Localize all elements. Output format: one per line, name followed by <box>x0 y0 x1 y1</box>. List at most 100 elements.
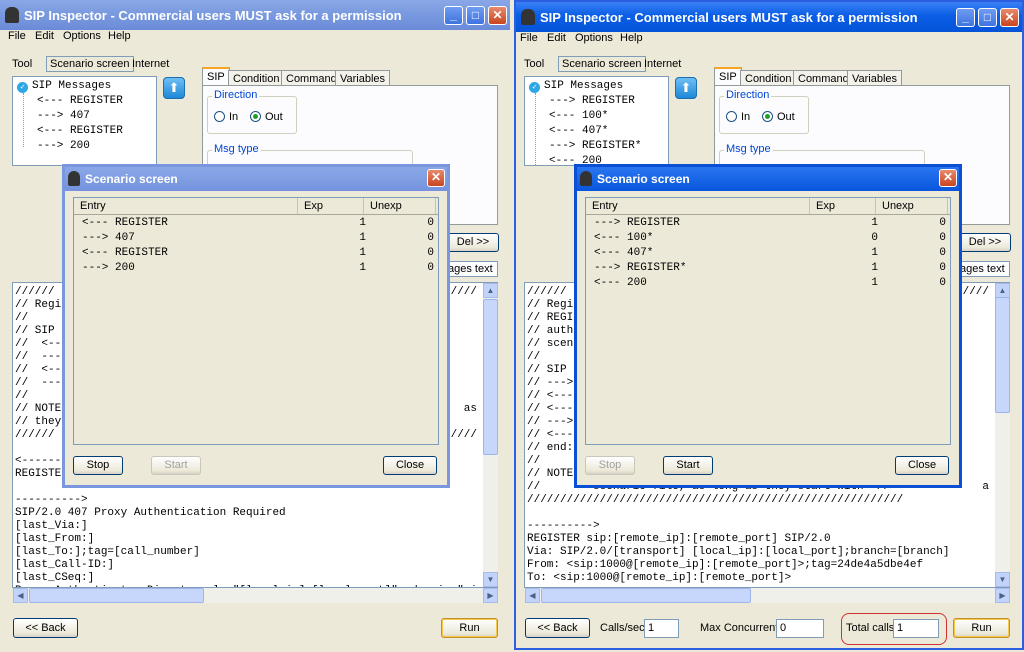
column-entry[interactable]: Entry <box>74 198 298 214</box>
column-entry[interactable]: Entry <box>586 198 810 214</box>
dialog-close-icon[interactable]: ✕ <box>427 169 445 187</box>
scroll-right-arrow-icon[interactable]: ▶ <box>995 588 1010 603</box>
scroll-up-arrow-icon[interactable]: ▲ <box>483 283 498 298</box>
horizontal-scrollbar[interactable]: ◀ ▶ <box>525 588 1010 603</box>
move-up-button[interactable]: ⬆ <box>163 77 185 99</box>
maximize-button[interactable]: □ <box>978 8 997 27</box>
minimize-button[interactable]: _ <box>956 8 975 27</box>
table-row[interactable]: ---> 200 1 0 <box>74 262 438 277</box>
scrollbar-thumb[interactable] <box>995 297 1010 413</box>
text-line: // --- <box>15 351 62 363</box>
start-button[interactable]: Start <box>663 456 713 475</box>
menu-edit[interactable]: Edit <box>547 32 566 44</box>
menu-help[interactable]: Help <box>620 32 643 44</box>
run-button[interactable]: Run <box>441 618 498 638</box>
scroll-left-arrow-icon[interactable]: ◀ <box>525 588 540 603</box>
table-row[interactable]: <--- REGISTER 1 0 <box>74 247 438 262</box>
horizontal-scrollbar[interactable]: ◀ ▶ <box>13 588 498 603</box>
table-row[interactable]: <--- REGISTER 1 0 <box>74 217 438 232</box>
scroll-down-arrow-icon[interactable]: ▼ <box>995 572 1010 587</box>
tab-messages-text[interactable]: ages text <box>443 261 498 277</box>
scrollbar-thumb[interactable] <box>483 299 498 455</box>
close-button[interactable]: ✕ <box>1000 8 1019 27</box>
total-calls-input[interactable]: 1 <box>893 619 939 638</box>
scrollbar-thumb[interactable] <box>541 588 751 603</box>
menu-edit[interactable]: Edit <box>35 30 54 42</box>
dialog-close-button[interactable]: Close <box>895 456 949 475</box>
tree-item[interactable]: ---> 200 <box>37 140 90 152</box>
direction-in-radio[interactable]: In <box>726 111 750 123</box>
tree-root[interactable]: ✓ SIP Messages <box>529 80 623 93</box>
mode-tool[interactable]: Tool <box>524 58 544 70</box>
column-exp[interactable]: Exp <box>810 198 876 214</box>
direction-in-radio[interactable]: In <box>214 111 238 123</box>
stop-button[interactable]: Stop <box>73 456 123 475</box>
sip-messages-tree[interactable]: ✓ SIP Messages ---> REGISTER <--- 100* <-… <box>524 76 669 167</box>
stop-button[interactable]: Stop <box>585 456 635 475</box>
column-unexp[interactable]: Unexp <box>364 198 436 214</box>
minimize-button[interactable]: _ <box>444 6 463 25</box>
menu-options[interactable]: Options <box>63 30 101 42</box>
start-button[interactable]: Start <box>151 456 201 475</box>
scroll-right-arrow-icon[interactable]: ▶ <box>483 588 498 603</box>
dialog-close-icon[interactable]: ✕ <box>939 169 957 187</box>
scrollbar-thumb[interactable] <box>29 588 204 603</box>
menu-file[interactable]: File <box>8 30 26 42</box>
back-button[interactable]: << Back <box>13 618 78 638</box>
text-line-fragment: //// <box>450 286 477 298</box>
mode-tool[interactable]: Tool <box>12 58 32 70</box>
tree-item[interactable]: <--- REGISTER <box>37 95 123 107</box>
column-unexp[interactable]: Unexp <box>876 198 948 214</box>
sip-messages-tree[interactable]: ✓ SIP Messages <--- REGISTER ---> 407 <--… <box>12 76 157 166</box>
direction-out-radio[interactable]: Out <box>762 111 795 123</box>
menu-options[interactable]: Options <box>575 32 613 44</box>
delete-button[interactable]: Del >> <box>447 233 499 252</box>
menu-file[interactable]: File <box>520 32 538 44</box>
scroll-up-arrow-icon[interactable]: ▲ <box>995 283 1010 298</box>
title-bar[interactable]: SIP Inspector - Commercial users MUST as… <box>0 0 510 30</box>
mode-scenario-screen[interactable]: Scenario screen <box>558 56 646 72</box>
tree-item[interactable]: ---> REGISTER* <box>549 140 641 152</box>
table-row[interactable]: ---> REGISTER 1 0 <box>586 217 950 232</box>
mode-internet[interactable]: Internet <box>644 58 681 70</box>
scroll-left-arrow-icon[interactable]: ◀ <box>13 588 28 603</box>
dialog-title-bar[interactable]: Scenario screen ✕ <box>65 167 447 191</box>
tree-item[interactable]: ---> 407 <box>37 110 90 122</box>
maximize-button[interactable]: □ <box>466 6 485 25</box>
direction-out-radio[interactable]: Out <box>250 111 283 123</box>
tree-item[interactable]: <--- 407* <box>549 125 608 137</box>
table-row[interactable]: <--- 407* 1 0 <box>586 247 950 262</box>
back-button[interactable]: << Back <box>525 618 590 638</box>
tree-item[interactable]: <--- 100* <box>549 110 608 122</box>
scenario-table: Entry Exp Unexp ---> REGISTER 1 0 <--- 100*… <box>585 197 951 445</box>
table-row[interactable]: ---> 407 1 0 <box>74 232 438 247</box>
vertical-scrollbar[interactable]: ▲ ▼ <box>483 283 498 587</box>
dialog-title-bar[interactable]: Scenario screen ✕ <box>577 167 959 191</box>
text-line: // NOTE <box>527 468 574 480</box>
mode-scenario-screen[interactable]: Scenario screen <box>46 56 134 72</box>
text-line: ----------> <box>527 520 600 532</box>
tree-item[interactable]: ---> REGISTER <box>549 95 635 107</box>
run-button[interactable]: Run <box>953 618 1010 638</box>
tab-messages-text[interactable]: ages text <box>955 261 1010 277</box>
title-bar[interactable]: SIP Inspector - Commercial users MUST as… <box>516 2 1022 32</box>
mode-internet[interactable]: Internet <box>132 58 169 70</box>
tree-root[interactable]: ✓ SIP Messages <box>17 80 111 93</box>
table-row[interactable]: ---> REGISTER* 1 0 <box>586 262 950 277</box>
cell-exp: 1 <box>871 277 878 289</box>
close-button[interactable]: ✕ <box>488 6 507 25</box>
delete-button[interactable]: Del >> <box>959 233 1011 252</box>
calls-per-sec-input[interactable]: 1 <box>644 619 679 638</box>
move-up-button[interactable]: ⬆ <box>675 77 697 99</box>
vertical-scrollbar[interactable]: ▲ ▼ <box>995 283 1010 587</box>
tree-item[interactable]: <--- REGISTER <box>37 125 123 137</box>
max-concurrent-input[interactable]: 0 <box>776 619 824 638</box>
direction-title: Direction <box>724 89 772 101</box>
cell-entry: ---> 407 <box>82 232 135 244</box>
table-row[interactable]: <--- 100* 0 0 <box>586 232 950 247</box>
column-exp[interactable]: Exp <box>298 198 364 214</box>
menu-help[interactable]: Help <box>108 30 131 42</box>
dialog-close-button[interactable]: Close <box>383 456 437 475</box>
table-row[interactable]: <--- 200 1 0 <box>586 277 950 292</box>
scroll-down-arrow-icon[interactable]: ▼ <box>483 572 498 587</box>
